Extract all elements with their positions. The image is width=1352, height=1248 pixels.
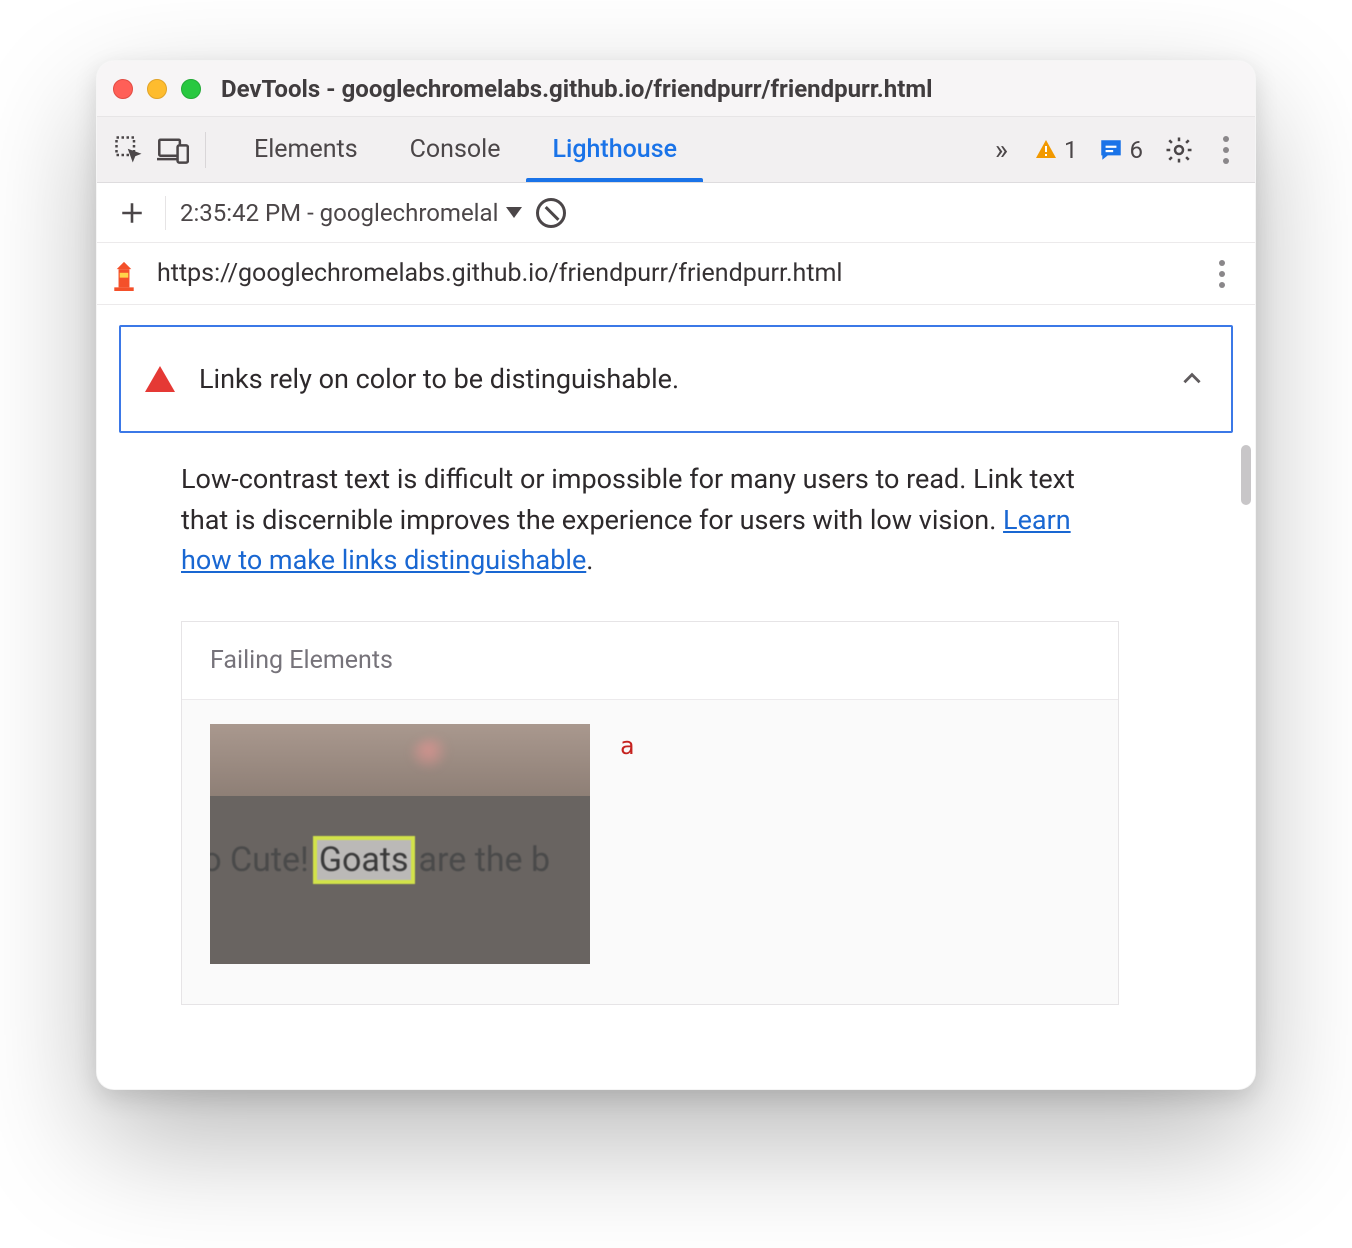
issues-count: 6 <box>1130 136 1144 164</box>
audit-description: Low-contrast text is difficult or imposs… <box>181 459 1121 581</box>
report-url: https://googlechromelabs.github.io/frien… <box>157 259 1189 288</box>
chevron-up-icon <box>1179 366 1205 392</box>
zoom-window-button[interactable] <box>181 79 201 99</box>
audit-description-post: . <box>586 544 593 576</box>
report-url-row: https://googlechromelabs.github.io/frien… <box>97 243 1255 305</box>
divider <box>165 196 166 230</box>
devtools-menu-icon[interactable] <box>1209 133 1243 167</box>
devtools-tabstrip: Elements Console Lighthouse » 1 <box>97 117 1255 183</box>
failing-elements-header: Failing Elements <box>182 622 1118 700</box>
scrollbar-thumb[interactable] <box>1241 445 1251 505</box>
caret-down-icon <box>506 207 522 218</box>
issues-indicator[interactable]: 6 <box>1092 136 1150 164</box>
snippet-pre: So Cute! <box>210 840 309 880</box>
snippet-post: are the b <box>419 840 551 880</box>
warning-icon <box>1034 138 1058 162</box>
new-report-button[interactable] <box>113 194 151 232</box>
audit-description-text: Low-contrast text is difficult or imposs… <box>181 463 1075 536</box>
more-tabs-button[interactable]: » <box>985 133 1020 166</box>
element-tag[interactable]: a <box>620 732 634 760</box>
warning-count: 1 <box>1064 136 1078 164</box>
device-toolbar-icon[interactable] <box>151 128 195 172</box>
warnings-indicator[interactable]: 1 <box>1028 136 1084 164</box>
audit-summary-card[interactable]: Links rely on color to be distinguishabl… <box>119 325 1233 433</box>
window-title: DevTools - googlechromelabs.github.io/fr… <box>221 75 932 103</box>
divider <box>205 132 206 168</box>
clear-report-button[interactable] <box>536 198 566 228</box>
tab-console[interactable]: Console <box>384 117 527 182</box>
devtools-window: DevTools - googlechromelabs.github.io/fr… <box>96 60 1256 1090</box>
window-controls <box>113 79 201 99</box>
close-window-button[interactable] <box>113 79 133 99</box>
failing-elements-panel: Failing Elements So Cute! Goats are the … <box>181 621 1119 1005</box>
inspect-element-icon[interactable] <box>107 128 151 172</box>
minimize-window-button[interactable] <box>147 79 167 99</box>
collapse-toggle[interactable] <box>1177 364 1207 394</box>
issues-icon <box>1098 137 1124 163</box>
snippet-highlight: Goats <box>313 836 415 884</box>
settings-icon[interactable] <box>1157 128 1201 172</box>
report-selector-label: 2:35:42 PM - googlechromelal <box>180 199 498 227</box>
element-screenshot[interactable]: So Cute! Goats are the b <box>210 724 590 964</box>
tab-elements[interactable]: Elements <box>228 117 384 182</box>
audit-title: Links rely on color to be distinguishabl… <box>199 363 1153 395</box>
tab-lighthouse[interactable]: Lighthouse <box>526 117 703 182</box>
lighthouse-toolbar: 2:35:42 PM - googlechromelal <box>97 183 1255 243</box>
report-content: Links rely on color to be distinguishabl… <box>97 305 1255 1089</box>
report-menu-icon[interactable] <box>1205 257 1239 291</box>
report-selector[interactable]: 2:35:42 PM - googlechromelal <box>180 199 522 227</box>
lighthouse-icon <box>107 257 141 291</box>
titlebar: DevTools - googlechromelabs.github.io/fr… <box>97 61 1255 117</box>
error-icon <box>145 366 175 392</box>
